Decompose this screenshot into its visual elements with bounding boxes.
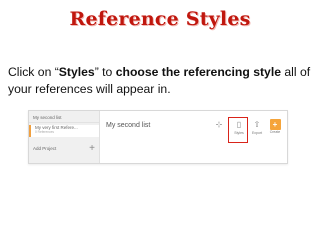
app-screenshot: My second list My very first Refere... 0… [28,110,288,164]
styles-word: Styles [58,65,95,79]
sidebar-item-sub: 0 References [35,130,54,134]
slide-title: Reference Styles [69,8,251,30]
create-button[interactable]: + Create [267,119,283,141]
sidebar: My second list My very first Refere... 0… [29,111,100,163]
export-label: Export [251,131,263,135]
styles-highlight-box [228,117,248,143]
list-title: My second list [106,122,151,129]
sidebar-item-label: Add Project [33,146,57,151]
export-icon: ⇧ [253,120,261,129]
plus-icon[interactable]: + [89,144,95,154]
create-label: Create [269,130,281,134]
main-panel: My second list ⊹ ▯ Styles ⇧ Export + Cre… [100,111,287,163]
plus-icon: + [269,119,281,130]
sidebar-item-my-second-list[interactable]: My second list [29,113,99,123]
instruction-part-1: Click on “ [8,65,59,79]
instruction-text: Click on “Styles” to choose the referenc… [8,64,316,98]
share-button[interactable]: ⊹ [211,119,227,141]
sidebar-item-label: My second list [33,115,62,120]
instruction-part-2: ” to [94,65,116,79]
export-button[interactable]: ⇧ Export [249,119,265,141]
user-add-icon: ⊹ [215,120,223,129]
instruction-emphasis: choose the referencing style [115,65,281,79]
sidebar-item-my-very-first[interactable]: My very first Refere... 0 References [29,125,99,137]
add-project-button[interactable]: Add Project + [29,144,99,154]
